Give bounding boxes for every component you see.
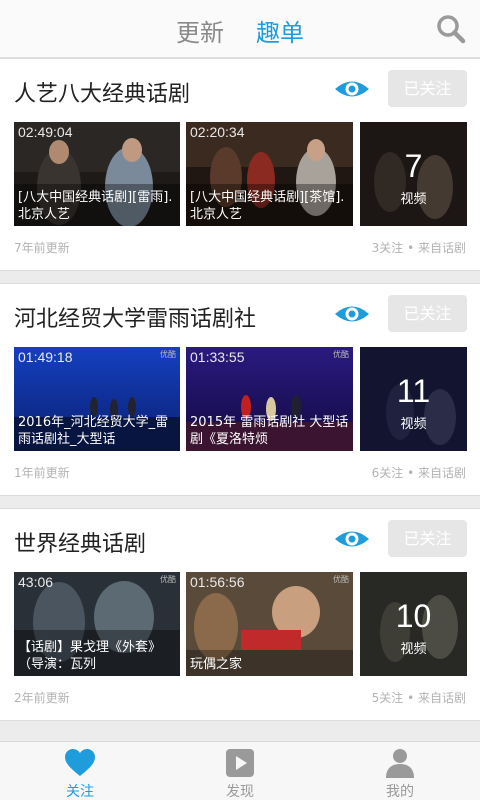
heart-icon	[65, 749, 95, 776]
more-videos-tile[interactable]: 10 视频	[360, 572, 467, 676]
playlist-title[interactable]: 世界经典话剧	[14, 526, 146, 558]
play-icon	[226, 749, 254, 777]
video-duration: 02:20:34	[190, 124, 245, 140]
video-count-label: 视频	[400, 192, 427, 207]
video-thumbnail[interactable]: 43:06 优酷 【话剧】果戈理《外套》（导演：瓦列	[14, 572, 180, 676]
eye-icon[interactable]	[334, 77, 370, 101]
bottom-nav: 关注 发现 我的	[0, 741, 480, 800]
tab-update[interactable]: 更新	[176, 13, 224, 48]
video-caption: [八大中国经典话剧][雷雨].北京人艺	[18, 190, 173, 222]
video-thumbnail[interactable]: 01:49:18 优酷 2016年_河北经贸大学_雷雨话剧社_大型话	[14, 347, 180, 451]
video-duration: 01:49:18	[18, 349, 73, 365]
playlist-stats: 5关注 • 来自话剧	[371, 691, 466, 705]
nav-mine[interactable]: 我的	[320, 742, 480, 800]
video-count: 10	[395, 598, 432, 634]
video-duration: 01:33:55	[190, 349, 245, 365]
updated-time: 2年前更新	[14, 691, 70, 705]
eye-icon[interactable]	[334, 302, 370, 326]
video-caption: 2016年_河北经贸大学_雷雨话剧社_大型话	[18, 415, 169, 447]
video-thumbnail[interactable]: 01:33:55 优酷 2015年 雷雨话剧社 大型话剧《夏洛特烦	[186, 347, 353, 451]
video-caption: 玩偶之家	[190, 657, 243, 672]
top-bar: 更新 趣单	[0, 0, 480, 58]
playlist-stats: 6关注 • 来自话剧	[371, 466, 466, 480]
video-caption: 【话剧】果戈理《外套》（导演：瓦列	[18, 640, 162, 672]
playlist-card[interactable]: 河北经贸大学雷雨话剧社 已关注 01:49:18 优酷 2016年_河北经贸大学…	[0, 283, 480, 496]
video-thumbnail[interactable]: 02:20:34 [八大中国经典话剧][茶馆].北京人艺	[186, 122, 353, 226]
video-thumbnail[interactable]: 02:49:04 [八大中国经典话剧][雷雨].北京人艺	[14, 122, 180, 226]
video-thumbnail[interactable]: 01:56:56 优酷 玩偶之家	[186, 572, 353, 676]
follow-button[interactable]: 已关注	[388, 520, 467, 557]
playlist-title[interactable]: 河北经贸大学雷雨话剧社	[14, 301, 256, 333]
playlist-card[interactable]: 人艺八大经典话剧 已关注 02:49:04 [八大中国经典话剧][雷雨].北京人…	[0, 58, 480, 271]
video-count: 7	[404, 148, 423, 184]
eye-icon[interactable]	[334, 527, 370, 551]
more-videos-tile[interactable]: 7 视频	[360, 122, 467, 226]
nav-label: 关注	[66, 784, 94, 800]
nav-label: 我的	[386, 784, 414, 800]
tab-lists[interactable]: 趣单	[256, 13, 304, 48]
video-duration: 01:56:56	[190, 574, 245, 590]
playlist-card[interactable]: 世界经典话剧 已关注 43:06 优酷 【话剧】果戈理《外套》（导演：瓦列 01…	[0, 508, 480, 721]
follow-button[interactable]: 已关注	[388, 70, 467, 107]
video-count-label: 视频	[400, 642, 427, 657]
updated-time: 1年前更新	[14, 466, 70, 480]
nav-follow[interactable]: 关注	[0, 742, 160, 800]
follow-button[interactable]: 已关注	[388, 295, 467, 332]
video-caption: 2015年 雷雨话剧社 大型话剧《夏洛特烦	[190, 415, 349, 447]
video-caption: [八大中国经典话剧][茶馆].北京人艺	[190, 190, 345, 222]
nav-discover[interactable]: 发现	[160, 742, 320, 800]
video-count: 11	[396, 373, 431, 409]
person-icon	[386, 749, 414, 778]
watermark: 优酷	[160, 350, 176, 359]
watermark: 优酷	[333, 350, 349, 359]
updated-time: 7年前更新	[14, 241, 70, 255]
playlist-stats: 3关注 • 来自话剧	[371, 241, 466, 255]
video-duration: 02:49:04	[18, 124, 73, 140]
nav-label: 发现	[226, 784, 254, 800]
more-videos-tile[interactable]: 11 视频	[360, 347, 467, 451]
playlist-title[interactable]: 人艺八大经典话剧	[14, 76, 190, 108]
watermark: 优酷	[333, 575, 349, 584]
watermark: 优酷	[160, 575, 176, 584]
search-icon[interactable]	[436, 14, 466, 44]
video-duration: 43:06	[18, 574, 54, 590]
video-count-label: 视频	[400, 417, 427, 432]
